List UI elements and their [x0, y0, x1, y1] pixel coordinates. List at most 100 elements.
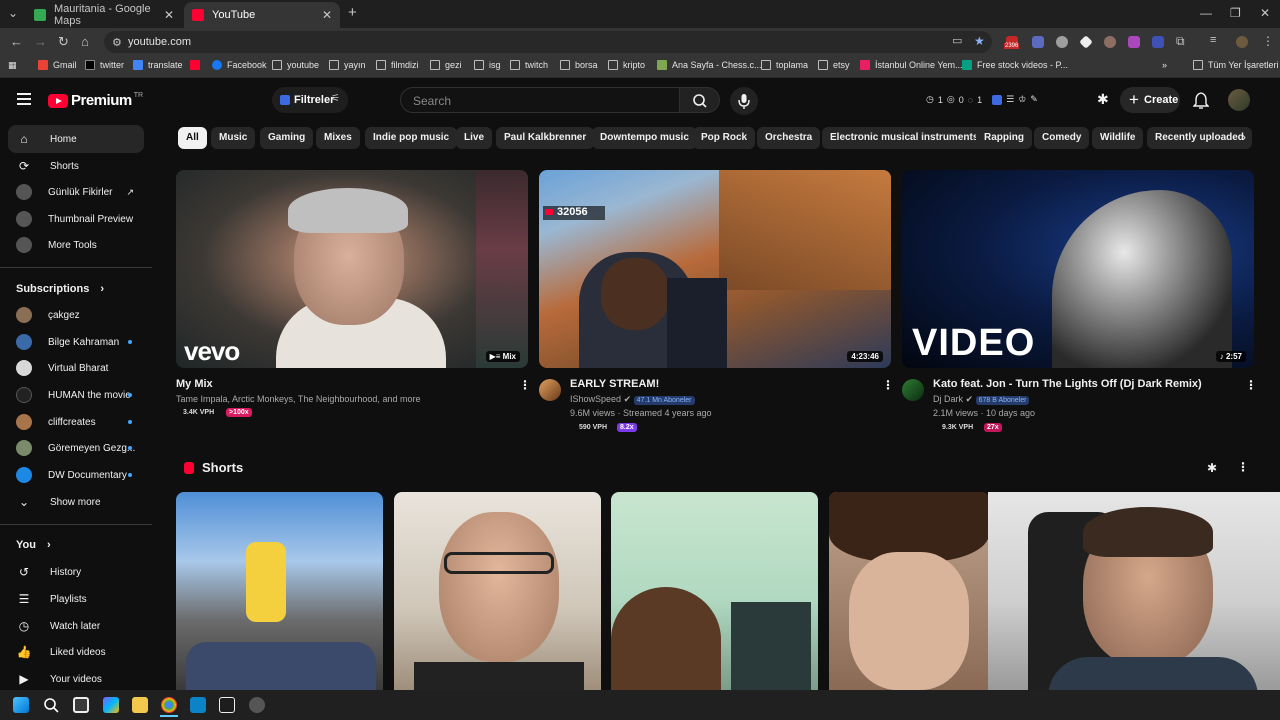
chip[interactable]: Music — [211, 127, 256, 149]
bookmark-folder[interactable]: filmdizi — [376, 60, 419, 70]
chip[interactable]: Downtempo music — [592, 127, 697, 149]
bookmark-star-icon[interactable]: ★ — [974, 34, 985, 48]
extension-icon[interactable] — [1128, 36, 1140, 48]
bookmark-folder[interactable]: yayın — [329, 60, 366, 70]
chip[interactable]: Pop Rock — [693, 127, 756, 149]
settings-icon[interactable] — [249, 697, 265, 713]
notifications-bell-icon[interactable] — [1193, 91, 1209, 109]
channel-avatar[interactable] — [902, 379, 924, 401]
bookmark-translate[interactable]: translate — [133, 60, 183, 70]
pin-icon[interactable]: ✎ — [1030, 94, 1038, 105]
chip[interactable]: Indie pop music — [365, 127, 458, 149]
sidebar-item-subscription[interactable]: Bilge Kahraman — [8, 328, 144, 356]
sidebar-item-shorts[interactable]: ⟳ Shorts — [8, 152, 144, 180]
search-icon[interactable] — [43, 697, 59, 713]
search-button[interactable] — [680, 87, 720, 113]
extension-icon[interactable] — [1152, 36, 1164, 48]
bookmark-folder[interactable]: isg — [474, 60, 501, 70]
bookmark-yemeksepeti[interactable]: İstanbul Online Yem... — [860, 60, 963, 70]
extension-icon[interactable] — [1032, 36, 1044, 48]
video-thumbnail[interactable]: 32056 4:23:46 — [539, 170, 891, 368]
search-input[interactable]: Search — [400, 87, 680, 113]
bookmark-folder[interactable]: etsy — [818, 60, 850, 70]
window-close-icon[interactable]: ✕ — [1260, 6, 1270, 20]
list-icon[interactable]: ☰ — [1006, 94, 1014, 105]
chip[interactable]: Rapping — [976, 127, 1032, 149]
sidebar-item-history[interactable]: ↺ History — [8, 558, 144, 586]
chrome-icon[interactable] — [161, 697, 177, 713]
sidebar-item-gunluk-fikirler[interactable]: Günlük Fikirler ↗ — [8, 178, 144, 206]
bookmark-pexels[interactable]: Free stock videos - P... — [962, 60, 1068, 70]
all-bookmarks[interactable]: Tüm Yer İşaretleri — [1193, 60, 1279, 70]
bookmark-folder[interactable]: gezi — [430, 60, 462, 70]
extension-icon[interactable] — [992, 94, 1003, 105]
bookmark-folder[interactable]: borsa — [560, 60, 598, 70]
subscriptions-heading[interactable]: Subscriptions › — [16, 283, 104, 295]
sidebar-item-your-videos[interactable]: ▶ Your videos — [8, 665, 144, 693]
short-thumbnail[interactable] — [176, 492, 383, 690]
cast-icon[interactable]: ▭ — [952, 34, 962, 47]
sidebar-item-thumbnail-preview[interactable]: Thumbnail Preview — [8, 205, 144, 233]
sidebar-item-watch-later[interactable]: ◷ Watch later — [8, 612, 144, 640]
youtube-logo[interactable]: Premium TR — [48, 92, 143, 109]
menu-icon[interactable] — [17, 93, 31, 105]
chip[interactable]: Electronic musical instruments — [822, 127, 987, 149]
sidebar-item-subscription[interactable]: HUMAN the movie — [8, 381, 144, 409]
bookmark-twitter[interactable]: twitter — [85, 60, 124, 70]
video-title[interactable]: EARLY STREAM! — [570, 378, 659, 390]
sidebar-item-subscription[interactable]: Virtual Bharat — [8, 354, 144, 382]
chevron-right-icon[interactable]: › — [1242, 130, 1246, 144]
video-title[interactable]: Kato feat. Jon - Turn The Lights Off (Dj… — [933, 378, 1202, 390]
chip[interactable]: Paul Kalkbrenner — [496, 127, 595, 149]
sidebar-item-liked-videos[interactable]: 👍 Liked videos — [8, 638, 144, 666]
browser-menu-icon[interactable]: ⋮ — [1262, 34, 1274, 48]
reload-icon[interactable]: ↻ — [58, 34, 69, 50]
chip[interactable]: Gaming — [260, 127, 314, 149]
sidebar-item-subscription[interactable]: DW Documentary — [8, 461, 144, 489]
extensions-puzzle-icon[interactable]: ⧉ — [1176, 34, 1185, 49]
task-view-icon[interactable] — [73, 697, 89, 713]
extension-icon[interactable] — [1056, 36, 1068, 48]
forward-icon[interactable]: → — [34, 34, 47, 49]
apps-grid-icon[interactable]: ▦ — [8, 60, 17, 71]
close-tab-icon[interactable]: ✕ — [164, 8, 174, 22]
bookmark-folder[interactable]: toplama — [761, 60, 808, 70]
bookmark-folder[interactable]: youtube — [272, 60, 319, 70]
windows-start-icon[interactable] — [13, 697, 29, 713]
create-button[interactable]: + Create — [1120, 87, 1180, 113]
more-options-icon[interactable]: ⋮ — [1237, 460, 1249, 474]
bookmark-gmail[interactable]: Gmail — [38, 60, 77, 70]
extension-icon[interactable] — [1079, 35, 1093, 49]
tradingview-icon[interactable] — [219, 697, 235, 713]
short-thumbnail[interactable] — [611, 492, 818, 690]
sidebar-item-subscription[interactable]: çakgez — [8, 301, 144, 329]
minimize-icon[interactable]: — — [1200, 6, 1212, 20]
more-bookmarks-icon[interactable]: » — [1162, 60, 1167, 70]
extension-gear-icon[interactable]: ✱ — [1097, 91, 1109, 108]
channel-name[interactable]: IShowSpeed ✔ 47.1 Mn Aboneler — [570, 394, 695, 405]
short-thumbnail[interactable] — [394, 492, 601, 690]
tab-google-maps[interactable]: Mauritania - Google Maps ✕ — [26, 2, 182, 28]
reading-list-icon[interactable]: ≡ — [1210, 34, 1216, 46]
show-more-button[interactable]: ⌄ Show more — [8, 488, 144, 516]
trophy-icon[interactable]: ♔ — [1018, 94, 1026, 105]
video-thumbnail[interactable]: vevo ▶≡ Mix — [176, 170, 528, 368]
chip[interactable]: Wildlife — [1092, 127, 1144, 149]
tab-youtube[interactable]: YouTube ✕ — [184, 2, 340, 28]
chip[interactable]: Live — [456, 127, 493, 149]
chip-all[interactable]: All — [178, 127, 207, 149]
chip[interactable]: Orchestra — [757, 127, 821, 149]
channel-avatar[interactable] — [539, 379, 561, 401]
home-browser-icon[interactable]: ⌂ — [81, 34, 89, 49]
chip[interactable]: Recently uploaded — [1147, 127, 1252, 149]
close-tab-icon[interactable]: ✕ — [322, 8, 332, 22]
more-options-icon[interactable]: ⋮ — [1245, 378, 1257, 392]
filters-button[interactable]: Filtreler ⚟ — [272, 87, 348, 113]
sidebar-item-playlists[interactable]: ☰ Playlists — [8, 585, 144, 613]
copilot-icon[interactable] — [103, 697, 119, 713]
more-options-icon[interactable]: ⋮ — [882, 378, 894, 392]
video-title[interactable]: My Mix — [176, 378, 213, 390]
bookmark-folder[interactable]: kripto — [608, 60, 645, 70]
address-bar[interactable]: ⚙ youtube.com — [104, 31, 992, 53]
voice-search-button[interactable] — [730, 87, 758, 115]
